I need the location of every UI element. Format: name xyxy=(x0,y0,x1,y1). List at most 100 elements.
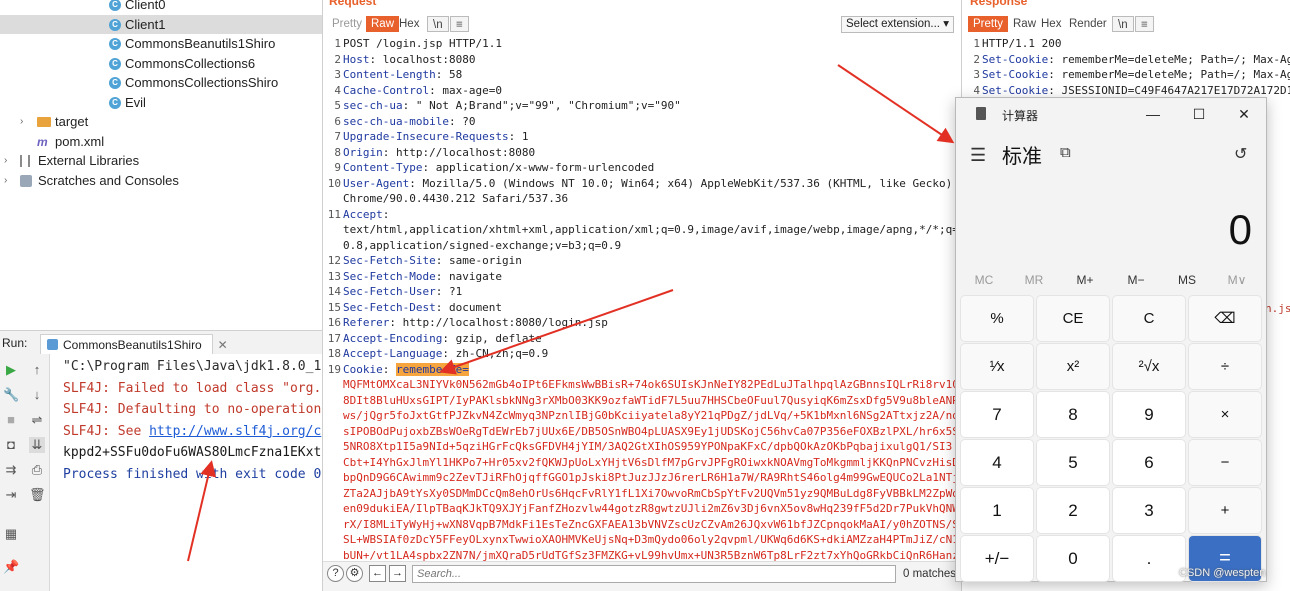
scratches-icon xyxy=(20,174,32,187)
menu-icon[interactable]: ≡ xyxy=(450,16,469,32)
minus-key[interactable]: − xyxy=(1189,440,1261,485)
line-number: 12 xyxy=(327,254,341,267)
exit-icon[interactable]: ⇥ xyxy=(3,487,19,503)
camera-icon[interactable]: ◘ xyxy=(3,437,19,453)
backspace-key[interactable]: ⌫ xyxy=(1189,296,1261,341)
line-number: 8 xyxy=(334,145,341,159)
stop-icon[interactable]: ■ xyxy=(3,412,19,428)
header-value: same-origin xyxy=(442,254,522,267)
memory-button[interactable]: M∨ xyxy=(1212,273,1262,287)
key-3[interactable]: 3 xyxy=(1113,488,1185,533)
tree-item-commonscollections6[interactable]: C CommonsCollections6 xyxy=(0,54,322,74)
forward-icon[interactable]: → xyxy=(389,565,406,582)
tab-render[interactable]: Render xyxy=(1064,16,1112,32)
menu-icon[interactable]: ≡ xyxy=(1135,16,1154,32)
tab-hex[interactable]: Hex xyxy=(1036,16,1066,32)
memory-button[interactable]: M+ xyxy=(1060,273,1110,287)
down-arrow-icon[interactable]: ↓ xyxy=(29,387,45,403)
scroll-to-end-icon[interactable]: ⇊ xyxy=(29,437,45,453)
response-editor[interactable]: 1 HTTP/1.1 200 2 Set-Cookie: rememberMe=del… xyxy=(962,36,1290,106)
memory-button[interactable]: MC xyxy=(959,273,1009,287)
tree-item-external-libraries[interactable]: › External Libraries xyxy=(0,151,322,171)
soft-wrap-icon[interactable]: ⇌ xyxy=(29,412,45,428)
close-icon[interactable]: ✕ xyxy=(1233,103,1255,125)
key-2[interactable]: 2 xyxy=(1037,488,1109,533)
console-line-prefix: SLF4J: See xyxy=(63,423,150,439)
request-line: Accept-Language: zh-CN,zh;q=0.9 xyxy=(343,347,549,360)
close-icon[interactable]: ✕ xyxy=(218,335,228,355)
divide-key[interactable]: ÷ xyxy=(1189,344,1261,389)
print-icon[interactable]: ⎙ xyxy=(29,462,45,478)
tree-item-pom[interactable]: m pom.xml xyxy=(0,132,322,152)
cookie-value-line: rX/I8MLiTyWyHj+wXN8VqpB7MdkFi1EsTeZncGXF… xyxy=(343,517,955,531)
header-key: Set-Cookie xyxy=(982,68,1049,81)
tree-item-client0[interactable]: C Client0 xyxy=(0,0,322,15)
square-key[interactable]: x² xyxy=(1037,344,1109,389)
back-icon[interactable]: ← xyxy=(369,565,386,582)
minimize-icon[interactable]: — xyxy=(1142,103,1164,125)
console-line: kppd2+SSFu0doFu6WAS80LmcFzna1EKxt1 xyxy=(63,445,322,460)
trash-icon[interactable]: 🗑 xyxy=(29,487,46,503)
pin-icon[interactable]: 📌 xyxy=(3,559,19,575)
tree-item-commonsbeanutils1shiro[interactable]: C CommonsBeanutils1Shiro xyxy=(0,34,322,54)
help-icon[interactable]: ? xyxy=(327,565,344,582)
cookie-value-line: ws/jQgr5foJxtGtfPJZkvN4ZcWmyq3NPznlIBjG0… xyxy=(343,409,955,422)
memory-button[interactable]: M− xyxy=(1111,273,1161,287)
key-0[interactable]: 0 xyxy=(1037,536,1109,581)
plus-key[interactable]: + xyxy=(1189,488,1261,533)
slf4j-link[interactable]: http://www.slf4j.org/c xyxy=(149,424,321,439)
hamburger-icon[interactable]: ☰ xyxy=(970,145,986,166)
header-value: 58 xyxy=(442,68,463,81)
gear-icon[interactable]: ⚙ xyxy=(346,565,363,582)
clear-key[interactable]: C xyxy=(1113,296,1185,341)
header-key: Cache-Control xyxy=(343,83,430,97)
key-7[interactable]: 7 xyxy=(961,392,1033,437)
line-number: 19 xyxy=(327,362,341,376)
reciprocal-key[interactable]: ¹⁄x xyxy=(961,344,1033,389)
line-number: 11 xyxy=(327,207,341,221)
multiply-key[interactable]: × xyxy=(1189,392,1261,437)
request-editor[interactable]: 1 POST /login.jsp HTTP/1.1 2 Host: localhos… xyxy=(323,36,955,561)
tree-item-scratches[interactable]: › Scratches and Consoles xyxy=(0,171,322,191)
restore-layout-icon[interactable]: ⇉ xyxy=(3,462,19,478)
tree-item-commonscollectionsshiro[interactable]: C CommonsCollectionsShiro xyxy=(0,73,322,93)
tab-hex[interactable]: Hex xyxy=(394,16,424,32)
clear-entry-key[interactable]: CE xyxy=(1037,296,1109,341)
tab-pretty[interactable]: Pretty xyxy=(968,16,1009,32)
key-1[interactable]: 1 xyxy=(961,488,1033,533)
extension-select[interactable]: Select extension... ▾ xyxy=(841,16,954,33)
tab-newline[interactable]: \n xyxy=(1112,16,1134,32)
calculator-titlebar[interactable]: 计算器 — ☐ ✕ xyxy=(956,98,1266,130)
key-6[interactable]: 6 xyxy=(1113,440,1185,485)
memory-button[interactable]: MR xyxy=(1009,273,1059,287)
up-arrow-icon[interactable]: ↑ xyxy=(29,362,45,378)
console-output[interactable]: "C:\Program Files\Java\jdk1.8.0_1 SLF4J:… xyxy=(51,354,322,591)
key-5[interactable]: 5 xyxy=(1037,440,1109,485)
layout-icon[interactable]: ▦ xyxy=(3,526,19,542)
rerun-icon[interactable]: ▶ xyxy=(3,362,19,378)
memory-button[interactable]: MS xyxy=(1162,273,1212,287)
tab-pretty[interactable]: Pretty xyxy=(327,16,367,32)
chevron-right-icon[interactable]: › xyxy=(4,151,7,171)
keep-on-top-icon[interactable]: ⧉ xyxy=(1060,144,1071,161)
key-4[interactable]: 4 xyxy=(961,440,1033,485)
search-input[interactable] xyxy=(412,565,896,583)
decimal-key[interactable]: . xyxy=(1113,536,1185,581)
negate-key[interactable]: +/− xyxy=(961,536,1033,581)
run-tab[interactable]: CommonsBeanutils1Shiro ✕ xyxy=(40,334,228,355)
percent-key[interactable]: % xyxy=(961,296,1033,341)
square-root-key[interactable]: ²√x xyxy=(1113,344,1185,389)
tree-item-client1[interactable]: C Client1 xyxy=(0,14,322,34)
chevron-right-icon[interactable]: › xyxy=(20,112,23,132)
line-number: 4 xyxy=(334,83,341,97)
tree-item-target[interactable]: › target xyxy=(0,112,322,132)
wrench-icon[interactable]: 🔧 xyxy=(3,387,19,403)
maximize-icon[interactable]: ☐ xyxy=(1188,103,1210,125)
request-line: text/html,application/xhtml+xml,applicat… xyxy=(343,223,955,236)
tab-newline[interactable]: \n xyxy=(427,16,449,32)
key-8[interactable]: 8 xyxy=(1037,392,1109,437)
chevron-right-icon[interactable]: › xyxy=(4,171,7,191)
history-icon[interactable]: ↺ xyxy=(1234,144,1247,164)
tree-item-evil[interactable]: C Evil xyxy=(0,93,322,113)
key-9[interactable]: 9 xyxy=(1113,392,1185,437)
